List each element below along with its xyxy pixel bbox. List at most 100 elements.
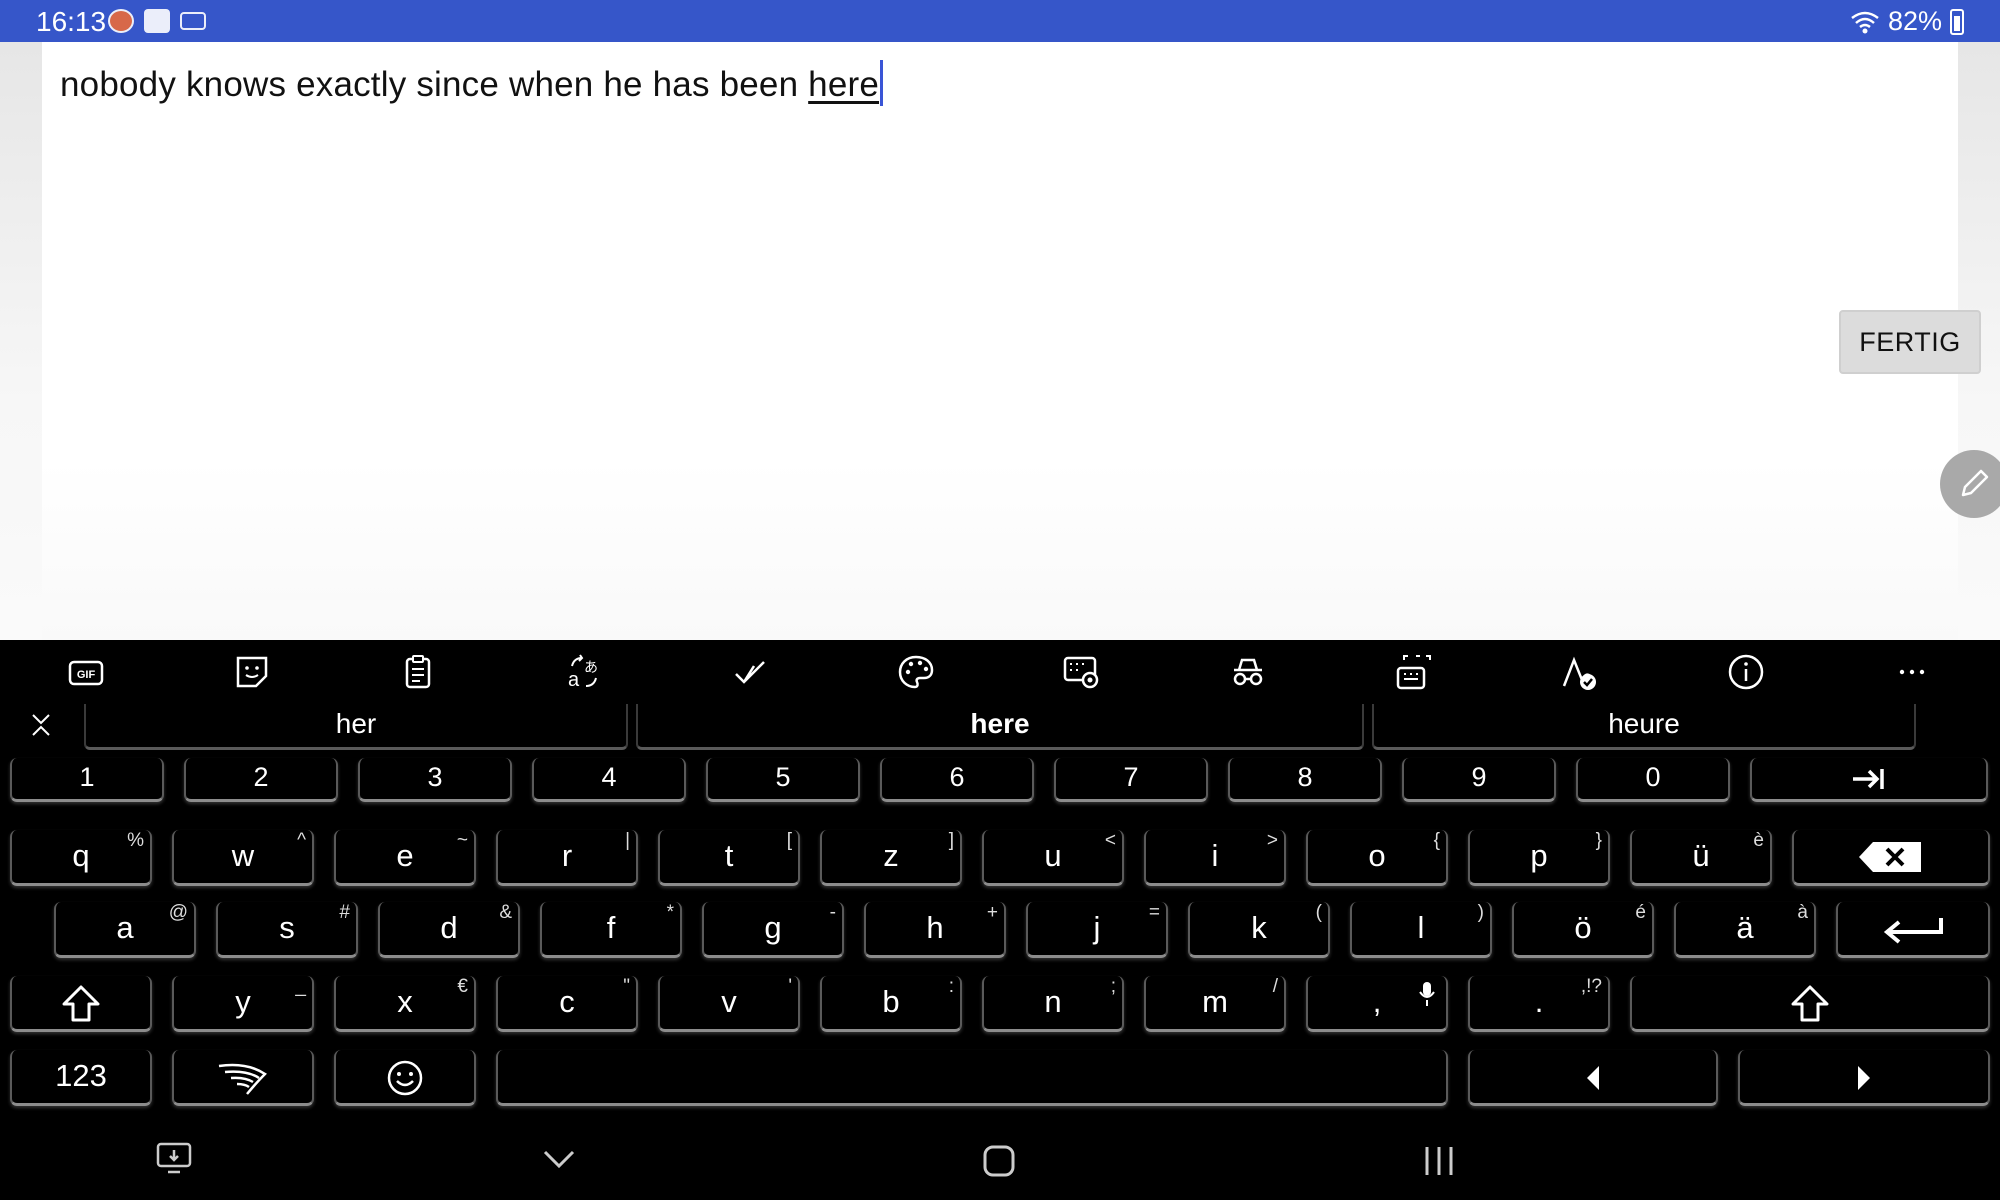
- backspace-icon: [1859, 842, 1921, 872]
- key-h[interactable]: h +: [864, 902, 1006, 958]
- key-9[interactable]: 9: [1402, 758, 1556, 802]
- home-icon[interactable]: [982, 1144, 1016, 1178]
- key-ü[interactable]: üè: [1630, 830, 1772, 886]
- collapse-suggestions-icon[interactable]: [26, 710, 56, 740]
- key-6[interactable]: 6: [880, 758, 1034, 802]
- svg-text:あ: あ: [584, 660, 598, 676]
- translate-icon[interactable]: aあ: [564, 652, 604, 692]
- key-alt-label: {: [1433, 830, 1440, 851]
- clipboard-icon[interactable]: [398, 652, 438, 692]
- key-g[interactable]: g-: [702, 902, 844, 958]
- key-e[interactable]: e ~: [334, 830, 476, 886]
- key-w[interactable]: w ^: [172, 830, 314, 886]
- app-notification-icon: [108, 9, 134, 33]
- sticker-icon[interactable]: [232, 652, 272, 692]
- emoji-key[interactable]: [334, 1050, 476, 1106]
- resize-keyboard-icon[interactable]: [1394, 652, 1434, 692]
- key-d[interactable]: d &: [378, 902, 520, 958]
- shift-key-right[interactable]: [1630, 976, 1990, 1032]
- key-label: m: [1202, 984, 1228, 1019]
- key-5[interactable]: 5: [706, 758, 860, 802]
- key-i[interactable]: i >: [1144, 830, 1286, 886]
- key-b[interactable]: b:: [820, 976, 962, 1032]
- key-2[interactable]: 2: [184, 758, 338, 802]
- key-p[interactable]: p}: [1468, 830, 1610, 886]
- key-j[interactable]: j =: [1026, 902, 1168, 958]
- key-3[interactable]: 3: [358, 758, 512, 802]
- key-l[interactable]: l): [1350, 902, 1492, 958]
- key-o[interactable]: o{: [1306, 830, 1448, 886]
- key-alt-label: *: [666, 902, 674, 923]
- key-n[interactable]: n;: [982, 976, 1124, 1032]
- shift-icon: [1791, 985, 1829, 1022]
- key-u[interactable]: u <: [982, 830, 1124, 886]
- key-r[interactable]: r |: [496, 830, 638, 886]
- key-alt-label: -: [829, 902, 836, 923]
- key-8[interactable]: 8: [1228, 758, 1382, 802]
- key-label: 8: [1297, 762, 1313, 792]
- key-alt-label: ~: [456, 830, 468, 851]
- enter-key[interactable]: [1836, 902, 1990, 958]
- gif-icon[interactable]: GIF: [66, 652, 106, 692]
- svg-text:a: a: [568, 669, 580, 691]
- checkmark-icon[interactable]: [730, 652, 770, 692]
- hide-keyboard-icon[interactable]: [542, 1148, 576, 1170]
- handwriting-icon[interactable]: [1560, 652, 1600, 692]
- recent-apps-icon[interactable]: [1422, 1144, 1456, 1178]
- key-q[interactable]: q%: [10, 830, 152, 886]
- key-x[interactable]: x €: [334, 976, 476, 1032]
- key-0[interactable]: 0: [1576, 758, 1730, 802]
- key-z[interactable]: z]: [820, 830, 962, 886]
- battery-icon: [1950, 8, 1964, 35]
- navigation-bar: [0, 1116, 2000, 1200]
- key-7[interactable]: 7: [1054, 758, 1208, 802]
- status-bar: 16:13 82%: [0, 0, 2000, 42]
- typed-text: nobody knows exactly since when he has b…: [60, 65, 809, 104]
- suggestion-left[interactable]: her: [84, 704, 628, 750]
- key-c[interactable]: c ": [496, 976, 638, 1032]
- key-m[interactable]: m /: [1144, 976, 1286, 1032]
- symbols-key[interactable]: 123: [10, 1050, 152, 1106]
- key-f[interactable]: f *: [540, 902, 682, 958]
- editor-text[interactable]: nobody knows exactly since when he has b…: [60, 60, 884, 106]
- key-alt-label: =: [1148, 902, 1160, 923]
- tab-key[interactable]: [1750, 758, 1988, 802]
- cursor-left-key[interactable]: [1468, 1050, 1718, 1106]
- shift-key-left[interactable]: [10, 976, 152, 1032]
- keyboard-settings-icon[interactable]: [1062, 652, 1102, 692]
- key-label: z: [883, 838, 899, 873]
- edit-fab[interactable]: [1940, 450, 2000, 518]
- key-alt-label: ^: [297, 830, 306, 851]
- key-ö[interactable]: öé: [1512, 902, 1654, 958]
- key-alt-label: /: [1272, 976, 1278, 997]
- keyboard-switch-icon[interactable]: [156, 1142, 192, 1176]
- key-period[interactable]: .,!?: [1468, 976, 1610, 1032]
- cursor-right-key[interactable]: [1738, 1050, 1990, 1106]
- key-4[interactable]: 4: [532, 758, 686, 802]
- space-key[interactable]: [496, 1050, 1448, 1106]
- svg-text:GIF: GIF: [77, 669, 96, 681]
- key-a[interactable]: a @: [54, 902, 196, 958]
- key-t[interactable]: t[: [658, 830, 800, 886]
- text-editor[interactable]: nobody knows exactly since when he has b…: [42, 42, 1981, 640]
- suggestion-center[interactable]: here: [636, 704, 1364, 750]
- suggestion-right[interactable]: heure: [1372, 704, 1916, 750]
- backspace-key[interactable]: [1792, 830, 1990, 886]
- info-icon[interactable]: [1726, 652, 1766, 692]
- key-label: 5: [775, 762, 791, 792]
- swiftkey-keyboard: GIF a あ her here heure 1 2 3 4 5 6 7 8 9 0 q% w ^ e ~ r | t…: [0, 640, 2000, 1116]
- key-y[interactable]: y _: [172, 976, 314, 1032]
- more-icon[interactable]: [1892, 652, 1932, 692]
- key-k[interactable]: k(: [1188, 902, 1330, 958]
- key-v[interactable]: v ': [658, 976, 800, 1032]
- key-ä[interactable]: äà: [1674, 902, 1816, 958]
- palette-icon[interactable]: [896, 652, 936, 692]
- key-label: w: [231, 838, 255, 873]
- key-1[interactable]: 1: [10, 758, 164, 802]
- incognito-icon[interactable]: [1228, 652, 1268, 692]
- swiftkey-logo-key[interactable]: [172, 1050, 314, 1106]
- done-button[interactable]: FERTIG: [1839, 310, 1981, 374]
- key-comma[interactable]: ,: [1306, 976, 1448, 1032]
- key-label: l: [1417, 910, 1425, 945]
- key-s[interactable]: s #: [216, 902, 358, 958]
